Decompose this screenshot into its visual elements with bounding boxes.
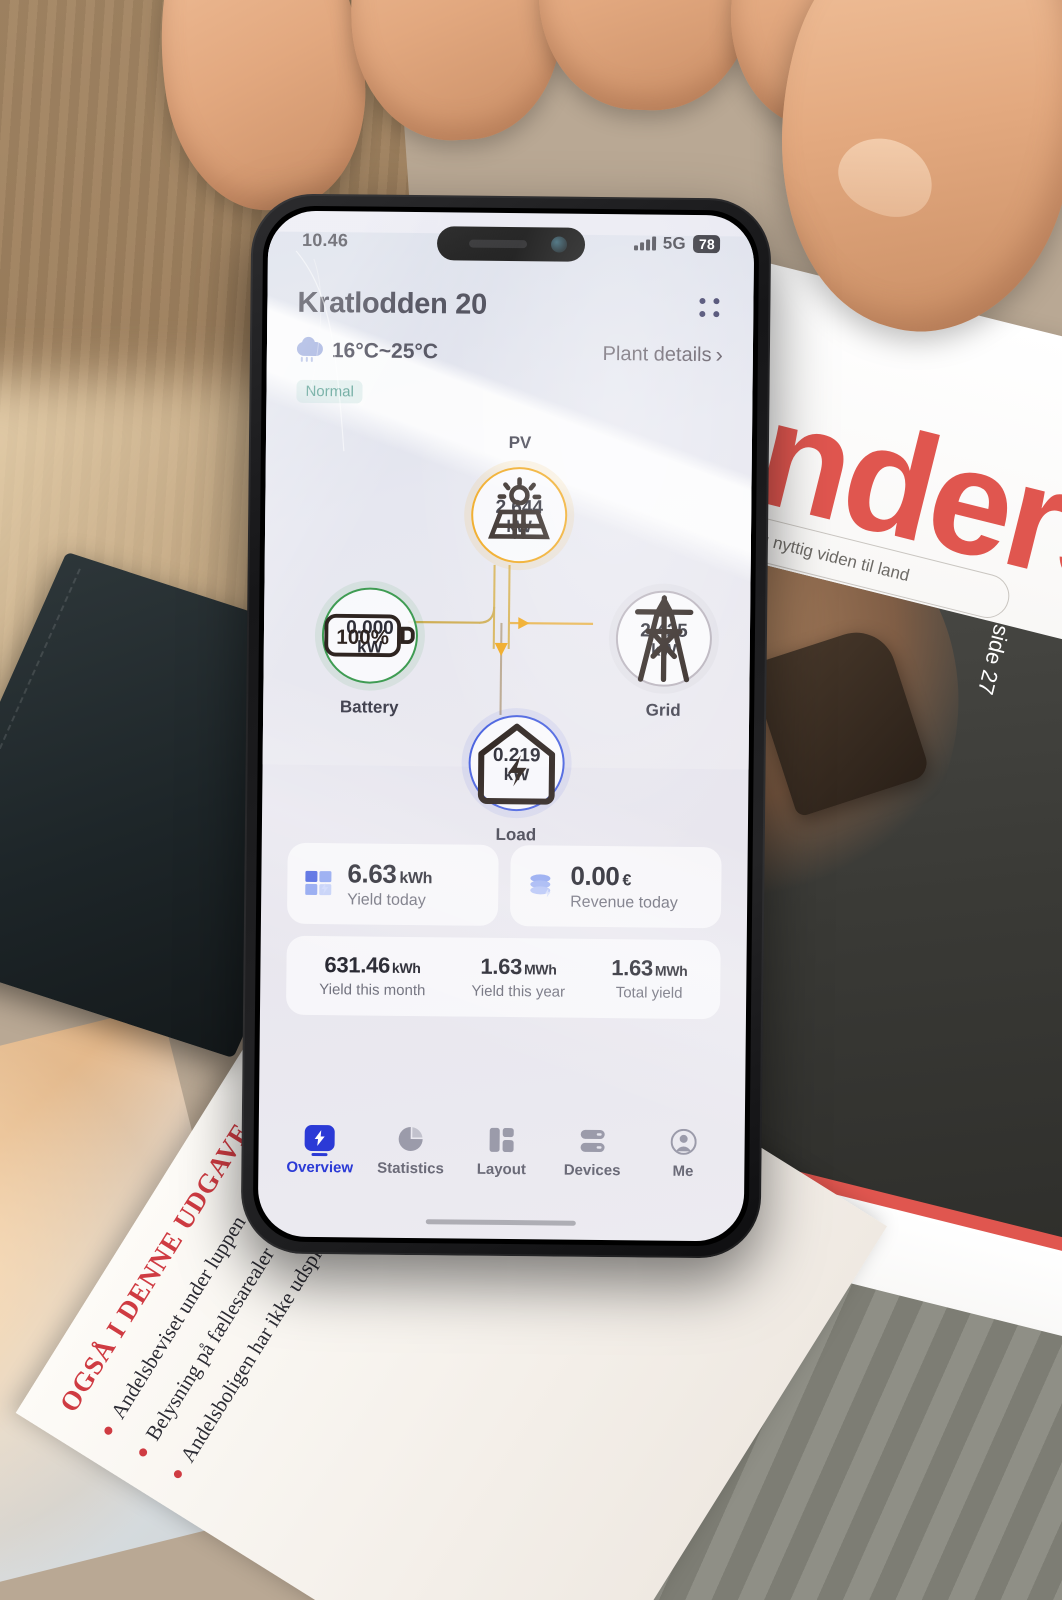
power-tower-icon bbox=[635, 594, 694, 683]
total-label: Yield this month bbox=[319, 981, 426, 1000]
tab-label: Statistics bbox=[377, 1159, 444, 1178]
total-yield-overall: 1.63 MWh Total yield bbox=[611, 955, 688, 1002]
bolt-chip-icon bbox=[304, 1124, 336, 1152]
node-label-grid: Grid bbox=[645, 700, 681, 720]
person-icon bbox=[670, 1128, 697, 1155]
chevron-right-icon: › bbox=[715, 342, 724, 368]
node-label-load: Load bbox=[495, 824, 537, 845]
plant-details-link[interactable]: Plant details › bbox=[602, 341, 723, 368]
tab-layout[interactable]: Layout bbox=[459, 1126, 544, 1179]
total-value: 1.63 bbox=[480, 953, 523, 980]
app-content: Kratlodden 20 16°C~25°C Plant details › … bbox=[258, 264, 754, 1241]
total-yield-this-month: 631.46 kWh Yield this month bbox=[319, 952, 426, 999]
card-unit: € bbox=[622, 872, 631, 890]
node-label-battery: Battery bbox=[339, 697, 399, 717]
house-bolt-icon bbox=[477, 723, 556, 805]
pie-chart-icon bbox=[398, 1127, 423, 1151]
tab-statistics[interactable]: Statistics bbox=[368, 1125, 453, 1178]
app-header: Kratlodden 20 bbox=[267, 264, 754, 324]
flow-node-battery[interactable]: 100% 0.000 kW bbox=[321, 587, 419, 685]
card-unit: kWh bbox=[399, 869, 433, 888]
dynamic-island bbox=[436, 226, 586, 262]
battery-icon: 78 bbox=[692, 234, 721, 254]
total-unit: MWh bbox=[654, 962, 688, 979]
card-label: Revenue today bbox=[570, 893, 678, 912]
energy-flow-diagram: PV 2.644 kW Battery 100% 0.000 kW Grid 2… bbox=[262, 408, 752, 845]
grid-menu-icon[interactable] bbox=[697, 294, 723, 320]
coins-icon bbox=[530, 873, 551, 897]
card-value: 0.00 bbox=[570, 860, 620, 892]
totals-card: 631.46 kWh Yield this month 1.63 MWh Yield… bbox=[285, 935, 721, 1020]
metric-cards: 6.63 kWh Yield today 0.00 € Revenue today bbox=[261, 838, 748, 929]
status-time: 10.46 bbox=[301, 229, 349, 250]
page-title: Kratlodden 20 bbox=[297, 286, 488, 321]
tab-me[interactable]: Me bbox=[641, 1127, 726, 1180]
total-label: Yield this year bbox=[471, 982, 566, 1001]
smartphone: 10.46 5G 78 Kratlodden 20 16°C~25°C Plan… bbox=[240, 193, 772, 1259]
battery-100-icon: 100% bbox=[324, 613, 415, 658]
total-label: Total yield bbox=[615, 984, 683, 1002]
total-value: 1.63 bbox=[611, 955, 654, 981]
finger bbox=[535, 0, 760, 114]
total-value: 631.46 bbox=[324, 952, 391, 978]
layout-grid-icon bbox=[489, 1127, 514, 1153]
card-label: Yield today bbox=[347, 891, 426, 910]
plant-details-label: Plant details bbox=[602, 342, 712, 366]
finger bbox=[138, 0, 382, 223]
network-type-label: 5G bbox=[662, 233, 686, 253]
total-unit: MWh bbox=[523, 961, 557, 978]
weather-row: 16°C~25°C Plant details › bbox=[267, 319, 753, 368]
svg-text:100%: 100% bbox=[336, 626, 389, 650]
tab-label: Devices bbox=[563, 1161, 621, 1180]
solar-yield-icon bbox=[305, 870, 332, 895]
weather-info: 16°C~25°C bbox=[296, 339, 439, 364]
front-camera-icon bbox=[550, 236, 568, 253]
phone-screen[interactable]: 10.46 5G 78 Kratlodden 20 16°C~25°C Plan… bbox=[257, 210, 755, 1242]
node-label-pv: PV bbox=[508, 433, 532, 453]
total-yield-this-year: 1.63 MWh Yield this year bbox=[471, 954, 565, 1001]
earpiece-speaker bbox=[469, 239, 528, 249]
tab-devices[interactable]: Devices bbox=[550, 1126, 635, 1179]
magazine-page-ref: side 27 bbox=[972, 622, 1015, 698]
tab-label: Layout bbox=[476, 1160, 527, 1179]
rain-cloud-icon bbox=[296, 340, 324, 362]
tab-label: Overview bbox=[286, 1158, 354, 1177]
total-unit: kWh bbox=[391, 959, 421, 977]
flow-node-load[interactable]: 0.219 kW bbox=[468, 714, 566, 812]
status-badge: Normal bbox=[296, 379, 363, 404]
devices-icon bbox=[580, 1129, 605, 1153]
bottom-tab-bar: Overview Statistics Layout Devices Me bbox=[258, 1108, 745, 1195]
tab-overview[interactable]: Overview bbox=[278, 1124, 363, 1177]
temperature-range: 16°C~25°C bbox=[331, 339, 439, 364]
card-yield-today[interactable]: 6.63 kWh Yield today bbox=[286, 842, 499, 926]
card-revenue-today[interactable]: 0.00 € Revenue today bbox=[509, 845, 722, 929]
finger bbox=[342, 0, 568, 146]
solar-panel-icon bbox=[488, 477, 550, 540]
tab-label: Me bbox=[672, 1162, 694, 1180]
signal-bars-icon bbox=[634, 236, 656, 251]
flow-node-grid[interactable]: 2.425 kW bbox=[615, 590, 713, 688]
flow-node-pv[interactable]: 2.644 kW bbox=[470, 466, 568, 564]
card-value: 6.63 bbox=[347, 858, 397, 889]
home-indicator bbox=[425, 1219, 576, 1226]
